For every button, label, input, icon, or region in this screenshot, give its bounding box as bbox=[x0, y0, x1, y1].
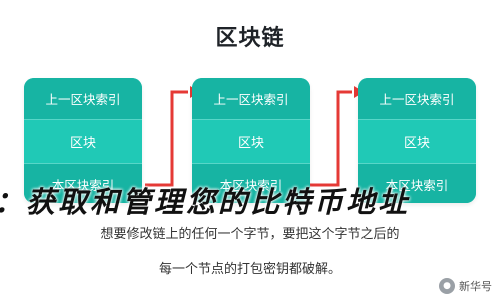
block-1-prev-hash: 上一区块索引 bbox=[24, 78, 142, 120]
block-3-prev-hash: 上一区块索引 bbox=[358, 78, 476, 120]
overlay-headline: ：获取和管理您的比特币地址 bbox=[0, 180, 500, 225]
link-arrow-1 bbox=[145, 90, 188, 187]
block-2-prev-hash: 上一区块索引 bbox=[192, 78, 310, 120]
watermark: ● 新华号 bbox=[439, 278, 492, 294]
watermark-text: 新华号 bbox=[459, 280, 492, 293]
caption-line-2: 每一个节点的打包密钥都破解。 bbox=[158, 262, 341, 277]
caption-line-1: 想要修改链上的任何一个字节，要把这个字节之后的 bbox=[100, 227, 400, 242]
link-arrow-2 bbox=[310, 90, 352, 187]
block-2-body: 区块 bbox=[192, 119, 310, 164]
block-3-body: 区块 bbox=[358, 119, 476, 164]
overlay-headline-text: ：获取和管理您的比特币地址 bbox=[0, 185, 411, 219]
wechat-icon: ● bbox=[439, 278, 455, 294]
block-1-body: 区块 bbox=[24, 119, 142, 164]
diagram-title: 区块链 bbox=[215, 26, 285, 51]
